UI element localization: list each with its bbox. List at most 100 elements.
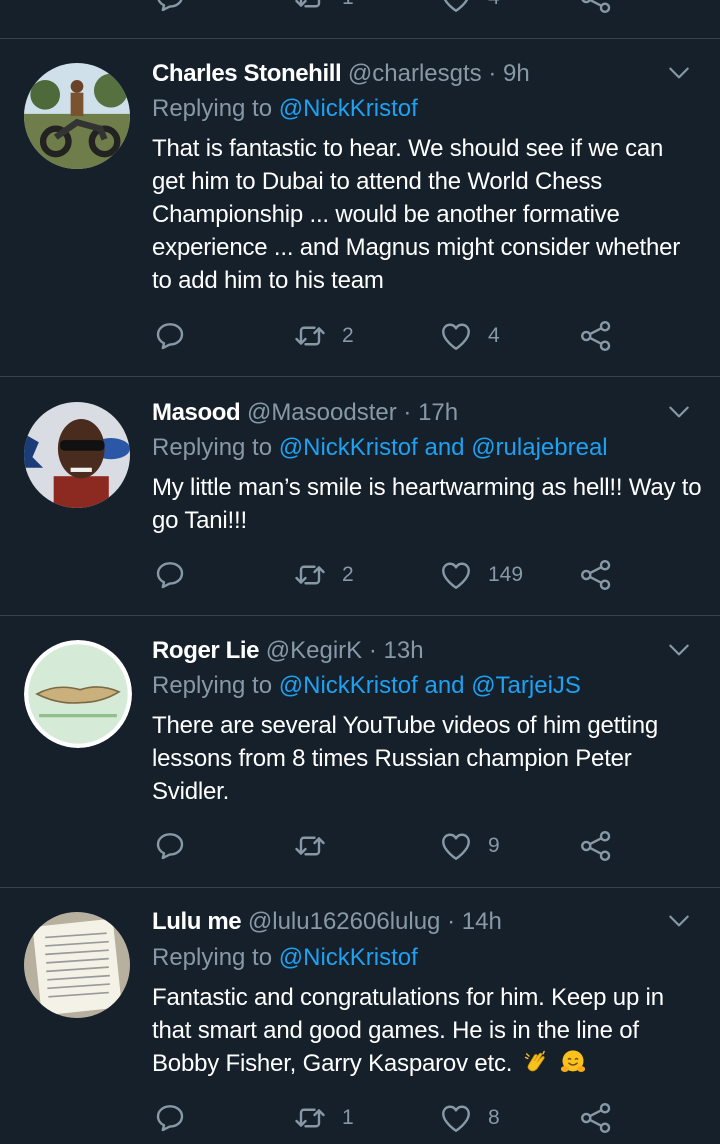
avatar-image [24,402,130,508]
handle[interactable]: @charlesgts [348,60,482,87]
display-name[interactable]: Lulu me [152,908,242,935]
tweet-header: Roger Lie @KegirK · 13h [152,636,660,666]
reply-icon [152,828,188,864]
timestamp[interactable]: 14h [462,908,502,935]
like-count: 9 [488,834,500,857]
retweet-button[interactable]: 1 [292,0,354,18]
retweet-icon [292,318,328,354]
reply-button[interactable] [152,1098,202,1138]
retweet-button[interactable]: 2 [292,316,354,356]
retweet-button[interactable]: 2 [292,555,354,595]
tweet-charles-stonehill[interactable]: Charles Stonehill @charlesgts · 9h Reply… [0,38,720,377]
share-button[interactable] [578,826,614,866]
like-button[interactable]: 8 [438,1098,500,1138]
reply-button[interactable] [152,316,202,356]
tweet-text: That is fantastic to hear. We should see… [152,135,681,294]
action-bar: 2 149 [152,555,622,595]
like-button[interactable]: 4 [438,316,500,356]
replying-to-label: Replying to [152,434,273,461]
replying-and: and [424,434,465,461]
display-name[interactable]: Charles Stonehill [152,60,342,87]
avatar-image [24,912,130,1018]
chevron-down-icon[interactable] [666,399,692,425]
tweet-text: There are several YouTube videos of him … [152,712,659,805]
tweet-lulu-me[interactable]: Lulu me @lulu162606lulug · 14h Replying … [0,888,720,1144]
mention-link[interactable]: @NickKristof [279,944,418,971]
separator: · [447,908,456,935]
retweet-icon [292,557,328,593]
retweet-count: 2 [342,324,354,347]
chevron-down-icon[interactable] [666,637,692,663]
timestamp[interactable]: 13h [384,637,424,664]
tweet-header: Lulu me @lulu162606lulug · 14h [152,907,660,937]
avatar[interactable] [24,640,132,748]
separator: · [368,637,377,664]
share-icon [578,1100,614,1136]
tweet-masood[interactable]: Masood @Masoodster · 17h Replying to @Ni… [0,377,720,616]
retweet-icon [292,1100,328,1136]
reply-button[interactable] [152,555,202,595]
mention-link[interactable]: @TarjeiJS [471,672,581,699]
share-button[interactable] [578,0,614,18]
heart-icon [438,557,474,593]
retweet-button[interactable] [292,826,342,866]
handle[interactable]: @lulu162606lulug [248,908,441,935]
reply-icon [152,1100,188,1136]
mention-link[interactable]: @rulajebreal [471,434,607,461]
tweet-header: Charles Stonehill @charlesgts · 9h [152,59,660,89]
share-icon [578,557,614,593]
mention-link[interactable]: @NickKristof [279,672,418,699]
avatar[interactable] [24,63,130,169]
mention-link[interactable]: @NickKristof [279,95,418,122]
retweet-count: 2 [342,563,354,586]
reply-button[interactable] [152,0,188,18]
action-bar: 1 8 [152,1098,622,1138]
chevron-down-icon[interactable] [666,908,692,934]
handle[interactable]: @KegirK [266,637,362,664]
like-button[interactable]: 4 [438,0,500,18]
replying-to: Replying to @NickKristof and @rulajebrea… [152,433,700,463]
retweet-count: 1 [342,0,354,10]
like-count: 4 [488,0,500,10]
mention-link[interactable]: @NickKristof [279,434,418,461]
action-bar: 9 [152,826,622,866]
like-button[interactable]: 149 [438,555,523,595]
avatar[interactable] [24,402,130,508]
like-count: 149 [488,563,524,586]
chevron-down-icon[interactable] [666,60,692,86]
timestamp[interactable]: 17h [418,399,458,426]
like-button[interactable]: 9 [438,826,500,866]
replying-to-label: Replying to [152,944,273,971]
reply-icon [152,557,188,593]
replying-to-label: Replying to [152,672,273,699]
tweet-header: Masood @Masoodster · 17h [152,398,660,428]
avatar[interactable] [24,912,130,1018]
share-button[interactable] [578,555,614,595]
reply-icon [152,318,188,354]
display-name[interactable]: Masood [152,399,241,426]
timestamp[interactable]: 9h [503,60,530,87]
heart-icon [438,0,474,16]
handle[interactable]: @Masoodster [247,399,397,426]
replying-to: Replying to @NickKristof [152,94,700,124]
separator: · [403,399,412,426]
retweet-button[interactable]: 1 [292,1098,354,1138]
share-icon [578,0,614,16]
share-button[interactable] [578,316,614,356]
like-count: 8 [488,1106,500,1129]
share-button[interactable] [578,1098,614,1138]
avatar-image [24,640,132,748]
replying-to: Replying to @NickKristof [152,943,700,973]
heart-icon [438,1100,474,1136]
action-bar: 1 4 [152,0,622,18]
reply-button[interactable] [152,826,202,866]
heart-icon [438,318,474,354]
tweet-roger-lie[interactable]: Roger Lie @KegirK · 13h Replying to @Nic… [0,616,720,888]
retweet-count: 1 [342,1106,354,1129]
retweet-icon [292,0,328,16]
action-bar: 2 4 [152,316,622,356]
replying-to-label: Replying to [152,95,273,122]
separator: · [488,60,497,87]
heart-icon [438,828,474,864]
display-name[interactable]: Roger Lie [152,637,259,664]
